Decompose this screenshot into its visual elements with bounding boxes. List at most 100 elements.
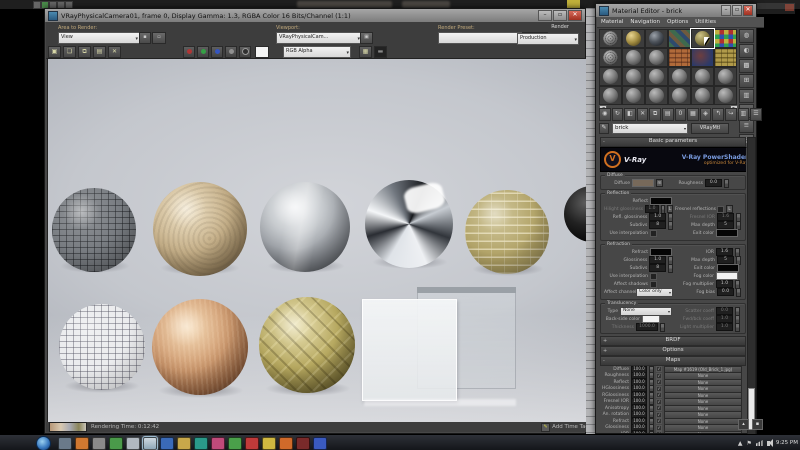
close-button[interactable]: ✕ [743, 5, 753, 16]
material-slot[interactable] [691, 48, 714, 67]
options-rollout[interactable]: + Options [600, 346, 746, 356]
backlight-icon[interactable]: ◐ [739, 44, 754, 58]
alpha-channel-icon[interactable] [239, 45, 251, 58]
pick-from-object-icon[interactable]: ✎ [599, 122, 609, 134]
maximize-button[interactable]: ▫ [732, 5, 742, 16]
maps-rollout[interactable]: - Maps [600, 356, 746, 366]
spinner[interactable] [668, 220, 674, 230]
affect-channels-select[interactable]: Color only ▾ [636, 287, 673, 297]
assign-to-selection-icon[interactable]: ◧ [624, 108, 636, 121]
basic-parameters-rollout[interactable]: - Basic parameters [600, 137, 746, 147]
taskbar-app-icon[interactable] [126, 437, 140, 450]
taskbar-app-icon[interactable] [177, 437, 191, 450]
menu-item[interactable]: Utilities [695, 19, 716, 25]
light-multiplier-field[interactable]: 1.0 [716, 323, 733, 331]
video-color-check-icon[interactable]: ▥ [739, 89, 754, 103]
lock-viewport-button[interactable]: ▣ [360, 32, 373, 44]
menu-item[interactable]: Navigation [630, 19, 660, 25]
max-depth-field[interactable]: 5 [717, 221, 734, 229]
auto-region-button[interactable]: ▫ [152, 32, 166, 44]
panel-scrollbar[interactable] [747, 137, 756, 435]
sample-type-icon[interactable]: ◍ [739, 29, 754, 43]
tray-overflow-icon[interactable]: ▴ [738, 419, 749, 430]
put-to-scene-icon[interactable]: ↻ [611, 108, 624, 121]
clock[interactable]: 9:25 PM [776, 440, 798, 446]
taskbar-app-icon[interactable] [75, 437, 89, 450]
taskbar-app-icon[interactable] [211, 437, 225, 450]
taskbar-app-icon[interactable] [279, 437, 293, 450]
use-interpolation-checkbox[interactable] [650, 229, 657, 237]
map-enabled-checkbox[interactable]: ✓ [656, 405, 662, 412]
map-enabled-checkbox[interactable]: ✓ [656, 431, 662, 433]
render-button[interactable]: Render [551, 24, 569, 30]
volume-icon[interactable] [766, 438, 773, 447]
red-channel-icon[interactable] [183, 45, 195, 58]
get-material-icon[interactable]: ◉ [599, 108, 611, 121]
pick-material-icon[interactable]: ☰ [750, 108, 762, 121]
blue-channel-icon[interactable] [211, 45, 223, 58]
spinner[interactable] [736, 287, 741, 297]
material-slot[interactable] [645, 29, 668, 48]
taskbar-app-icon[interactable] [194, 437, 208, 450]
spinner[interactable] [649, 430, 654, 433]
copy-image-icon[interactable]: ❏ [63, 45, 76, 58]
taskbar-app-icon[interactable] [245, 437, 259, 450]
material-slot[interactable] [714, 29, 737, 48]
fog-bias-field[interactable]: 0.0 [717, 288, 734, 296]
map-enabled-checkbox[interactable]: ✓ [656, 398, 662, 405]
material-slot[interactable] [690, 28, 715, 49]
map-enabled-checkbox[interactable]: ✓ [656, 366, 662, 373]
spinner[interactable] [735, 322, 740, 332]
add-time-tag-label[interactable]: Add Time Tag [552, 424, 589, 430]
material-type-button[interactable]: VRayMtl [691, 122, 729, 134]
layers-icon[interactable]: ▦ [359, 45, 372, 58]
close-button[interactable]: ✕ [568, 10, 582, 21]
map-enabled-checkbox[interactable]: ✓ [656, 424, 662, 431]
channel-display-select[interactable]: RGB Alpha ▾ [283, 45, 351, 58]
network-icon[interactable] [755, 440, 763, 446]
print-image-icon[interactable]: ▤ [93, 45, 106, 58]
material-slot[interactable] [622, 29, 645, 48]
diffuse-map-button[interactable]: m [656, 179, 663, 187]
max-depth-field[interactable]: 5 [717, 256, 734, 264]
material-slot[interactable] [622, 86, 645, 105]
map-enabled-checkbox[interactable]: ✓ [656, 385, 662, 392]
exit-color-swatch[interactable] [716, 229, 738, 237]
thickness-field[interactable]: 1000.0 [636, 323, 658, 331]
map-enabled-checkbox[interactable]: ✓ [656, 392, 662, 399]
background-color-swatch[interactable] [255, 45, 269, 58]
put-to-library-icon[interactable]: ▤ [661, 108, 674, 121]
show-hidden-icons-button[interactable]: ▲ [738, 440, 743, 447]
material-slot[interactable] [622, 48, 645, 67]
map-slot-button[interactable]: None [664, 430, 742, 433]
render-mode-select[interactable]: Production ▾ [517, 33, 579, 45]
save-image-icon[interactable]: ▣ [48, 45, 61, 58]
area-to-render-select[interactable]: View ▾ [58, 32, 140, 44]
subdivs-field[interactable]: 8 [649, 221, 667, 229]
material-slot[interactable] [668, 29, 691, 48]
subdivs-field[interactable]: 8 [649, 264, 667, 272]
affect-shadows-checkbox[interactable] [650, 280, 657, 288]
show-map-in-viewport-icon[interactable]: ▦ [687, 108, 699, 121]
roughness-field[interactable]: 0.0 [705, 179, 722, 187]
material-slot[interactable] [599, 67, 622, 86]
sample-tiling-icon[interactable]: ⊞ [739, 74, 754, 88]
material-slot[interactable] [599, 29, 622, 48]
taskbar-app-icon[interactable] [296, 437, 310, 450]
tray-overflow-icon[interactable]: ▪ [752, 419, 763, 430]
material-slot[interactable] [714, 67, 737, 86]
material-slot[interactable] [691, 86, 714, 105]
render-thumbnail[interactable] [49, 422, 87, 432]
material-slot[interactable] [599, 48, 622, 67]
material-slot[interactable] [668, 48, 691, 67]
viewport-select[interactable]: VRayPhysicalCam... ▾ [276, 32, 362, 44]
background-icon[interactable]: ▩ [739, 59, 754, 73]
show-end-result-icon[interactable]: ◈ [699, 108, 712, 121]
time-tag-icon[interactable]: ✎ [541, 422, 551, 432]
compare-icon[interactable]: ▬ [374, 45, 387, 58]
render-preset-select[interactable]: ▾ [438, 32, 524, 44]
taskbar-app-icon[interactable] [58, 437, 72, 450]
brdf-rollout[interactable]: + BRDF [600, 336, 746, 346]
taskbar-app-icon[interactable] [262, 437, 276, 450]
green-channel-icon[interactable] [197, 45, 209, 58]
